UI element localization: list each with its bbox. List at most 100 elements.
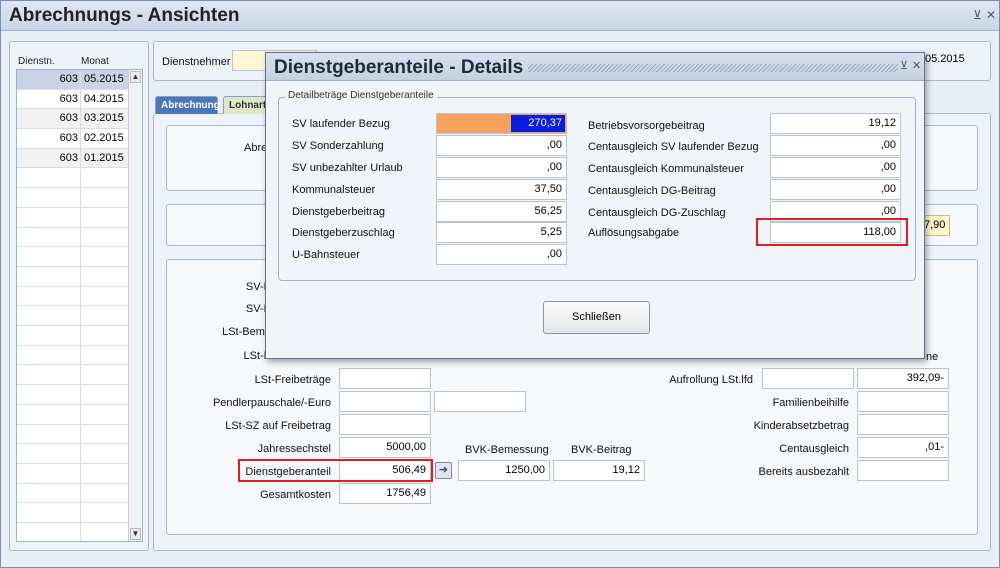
dienstgeberzuschlag-label: Dienstgeberzuschlag [292, 227, 395, 239]
lst-sz-label: LSt-SZ auf Freibetrag [225, 420, 331, 432]
scroll-down-icon[interactable]: ▼ [130, 528, 141, 540]
empty-list-row [17, 404, 128, 425]
lst-sz-field[interactable] [339, 414, 431, 435]
sv-sonderzahlung-label: SV Sonderzahlung [292, 140, 384, 152]
tab-abrechnung[interactable]: Abrechnung [155, 96, 220, 114]
dialog-titlebar: Dienstgeberanteile - Details ⊻ ✕ [266, 53, 924, 81]
scroll-up-icon[interactable]: ▲ [130, 71, 141, 83]
kommunalsteuer-field[interactable]: 37,50 [436, 179, 567, 200]
empty-cell [17, 188, 81, 207]
bvk-beitrag-field[interactable]: 19,12 [553, 460, 645, 481]
empty-cell [17, 345, 81, 365]
centausgleich-field[interactable]: ,01- [857, 437, 949, 458]
empty-cell [81, 484, 128, 503]
details-group: Detailbeträge Dienstgeberanteile SV lauf… [278, 90, 916, 281]
empty-cell [81, 366, 128, 385]
dienstgeberzuschlag-field[interactable]: 5,25 [436, 222, 567, 243]
centausgleich-dg-beitrag-field[interactable]: ,00 [770, 179, 901, 200]
empty-cell [81, 346, 128, 365]
empty-cell [17, 385, 81, 404]
empty-cell [17, 365, 81, 385]
list-item[interactable]: 603 05.2015 [17, 70, 128, 90]
empty-list-row [17, 385, 128, 405]
centausgleich-sv-label: Centausgleich SV laufender Bezug [588, 141, 759, 153]
u-bahnsteuer-field[interactable]: ,00 [436, 244, 567, 265]
centausgleich-kommunalsteuer-field[interactable]: ,00 [770, 157, 901, 178]
empty-list-row [17, 168, 128, 189]
empty-cell [17, 306, 81, 326]
dialog-close-icon[interactable]: ✕ [912, 59, 921, 72]
empty-cell [17, 404, 81, 424]
dienstgeberbeitrag-field[interactable]: 56,25 [436, 201, 567, 222]
centausgleich-sv-field[interactable]: ,00 [770, 135, 901, 156]
empty-list-row [17, 483, 128, 504]
empty-cell [81, 208, 128, 227]
familienbeihilfe-field[interactable] [857, 391, 949, 412]
empty-list-row [17, 365, 128, 386]
empty-list-row [17, 326, 128, 346]
highlight-aufloesungsabgabe [756, 218, 908, 246]
aufloesungsabgabe-label: Auflösungsabgabe [588, 227, 680, 239]
aufrollung-field[interactable] [762, 368, 854, 389]
minimize-icon[interactable]: ⊻ [973, 8, 982, 22]
pendlerpauschale-euro-field[interactable] [434, 391, 526, 412]
list-item-id: 603 [17, 89, 81, 109]
dienstnehmer-label: Dienstnehmer [162, 56, 231, 68]
empty-cell [81, 464, 128, 483]
bvk-bemessung-field[interactable]: 1250,00 [458, 460, 550, 481]
list-item[interactable]: 603 03.2015 [17, 109, 128, 130]
details-arrow-icon[interactable]: ➜ [435, 462, 452, 479]
list-scrollbar[interactable]: ▲ ▼ [128, 70, 142, 541]
titlebar-grip [528, 64, 898, 72]
empty-cell [81, 267, 128, 286]
empty-cell [17, 326, 81, 345]
window-titlebar: Abrechnungs - Ansichten ⊻ ✕ [1, 1, 999, 31]
aufrollung-total-field[interactable]: 392,09- [857, 368, 949, 389]
empty-cell [81, 425, 128, 444]
empty-cell [81, 228, 128, 247]
list-item-month: 05.2015 [84, 73, 124, 85]
centausgleich-label: Centausgleich [779, 443, 849, 455]
empty-cell [81, 287, 128, 306]
dialog-minimize-icon[interactable]: ⊻ [900, 59, 908, 72]
abre-label: Abre [244, 142, 268, 154]
sv-laufender-bezug-field[interactable]: 270,37 [436, 113, 567, 134]
betriebsvorsorgebeitrag-field[interactable]: 19,12 [770, 113, 901, 134]
sv-laufender-bezug-label: SV laufender Bezug [292, 118, 390, 130]
list-item[interactable]: 603 02.2015 [17, 129, 128, 149]
jahressechstel-field[interactable]: 5000,00 [339, 437, 431, 458]
list-item-month: 03.2015 [84, 112, 124, 125]
list-item-month: 01.2015 [84, 151, 124, 164]
lst-freibetraege-field[interactable] [339, 368, 431, 389]
lst-label: LSt-E [243, 350, 271, 362]
sv-unbezahlter-urlaub-field[interactable]: ,00 [436, 157, 567, 178]
period-field[interactable]: 05.2015 [917, 50, 972, 71]
list-item-month: 02.2015 [84, 132, 124, 145]
gesamtkosten-label: Gesamtkosten [260, 489, 331, 501]
list-header-month: Monat [81, 56, 109, 67]
bereits-ausbezahlt-field[interactable] [857, 460, 949, 481]
empty-list-row [17, 247, 128, 267]
right-partial-label: ne [926, 351, 939, 363]
empty-cell [17, 444, 81, 463]
familienbeihilfe-label: Familienbeihilfe [772, 397, 849, 409]
details-dialog: Dienstgeberanteile - Details ⊻ ✕ Detailb… [265, 52, 925, 359]
close-button[interactable]: Schließen [543, 301, 650, 334]
list-item[interactable]: 603 04.2015 [17, 89, 128, 110]
list-item-id: 603 [17, 70, 81, 89]
gesamtkosten-field[interactable]: 1756,49 [339, 483, 431, 504]
list-item[interactable]: 603 01.2015 [17, 148, 128, 169]
sv-sonderzahlung-field[interactable]: ,00 [436, 135, 567, 156]
empty-list-row [17, 267, 128, 287]
kinderabsetzbetrag-field[interactable] [857, 414, 949, 435]
kommunalsteuer-label: Kommunalsteuer [292, 184, 376, 196]
empty-cell [17, 503, 81, 523]
pendlerpauschale-field[interactable] [339, 391, 431, 412]
empty-list-row [17, 444, 128, 464]
centausgleich-kommunalsteuer-label: Centausgleich Kommunalsteuer [588, 163, 744, 175]
empty-cell [17, 247, 81, 266]
close-icon[interactable]: ✕ [986, 8, 996, 22]
employee-grid: 603 05.2015 603 04.2015 603 03.2015 603 … [16, 69, 143, 542]
empty-list-row [17, 227, 128, 248]
tab-lohnart[interactable]: Lohnart [223, 96, 271, 114]
